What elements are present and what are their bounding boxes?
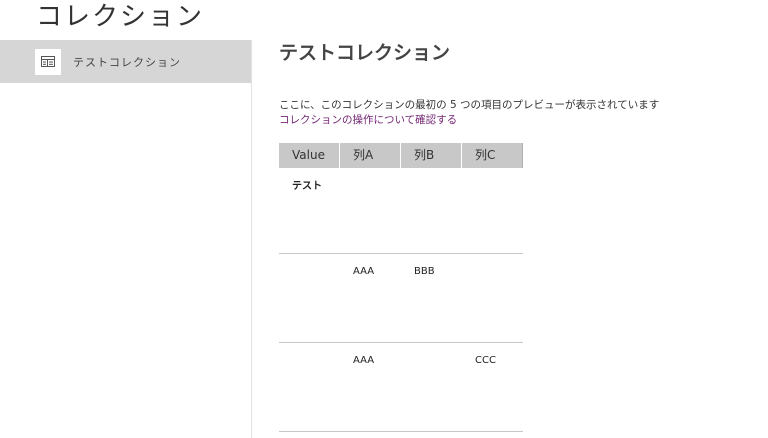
table-row: AAA CCC bbox=[279, 343, 523, 432]
sidebar: テストコレクション bbox=[0, 40, 252, 438]
column-header-b: 列B bbox=[401, 143, 462, 168]
table-cell: AAA bbox=[353, 355, 375, 366]
column-header-value: Value bbox=[279, 143, 340, 168]
table-cell bbox=[401, 343, 462, 431]
table-cell bbox=[340, 168, 401, 253]
preview-table: Value 列A 列B 列C テスト AAA BBB AAA CCC bbox=[279, 143, 523, 432]
table-cell: BBB bbox=[414, 266, 435, 277]
table-cell: CCC bbox=[475, 355, 496, 366]
sidebar-item-test-collection[interactable]: テストコレクション bbox=[0, 40, 251, 83]
table-cell bbox=[401, 168, 462, 253]
column-header-a: 列A bbox=[340, 143, 401, 168]
table-cell bbox=[279, 254, 340, 342]
page-title: コレクション bbox=[36, 2, 205, 32]
table-cell bbox=[279, 343, 340, 431]
table-row: テスト bbox=[279, 168, 523, 254]
table-row: AAA BBB bbox=[279, 254, 523, 343]
collection-title: テストコレクション bbox=[279, 42, 451, 64]
table-cell: テスト bbox=[292, 181, 322, 192]
sidebar-item-label: テストコレクション bbox=[73, 55, 181, 69]
table-cell bbox=[462, 254, 523, 342]
table-header: Value 列A 列B 列C bbox=[279, 143, 523, 168]
preview-description: ここに、このコレクションの最初の 5 つの項目のプレビューが表示されています bbox=[279, 99, 660, 111]
learn-collections-link[interactable]: コレクションの操作について確認する bbox=[279, 112, 457, 127]
table-cell bbox=[462, 168, 523, 253]
column-header-c: 列C bbox=[462, 143, 523, 168]
table-icon bbox=[35, 48, 61, 75]
table-cell: AAA bbox=[353, 266, 375, 277]
collection-preview: テストコレクション ここに、このコレクションの最初の 5 つの項目のプレビューが… bbox=[279, 40, 759, 432]
